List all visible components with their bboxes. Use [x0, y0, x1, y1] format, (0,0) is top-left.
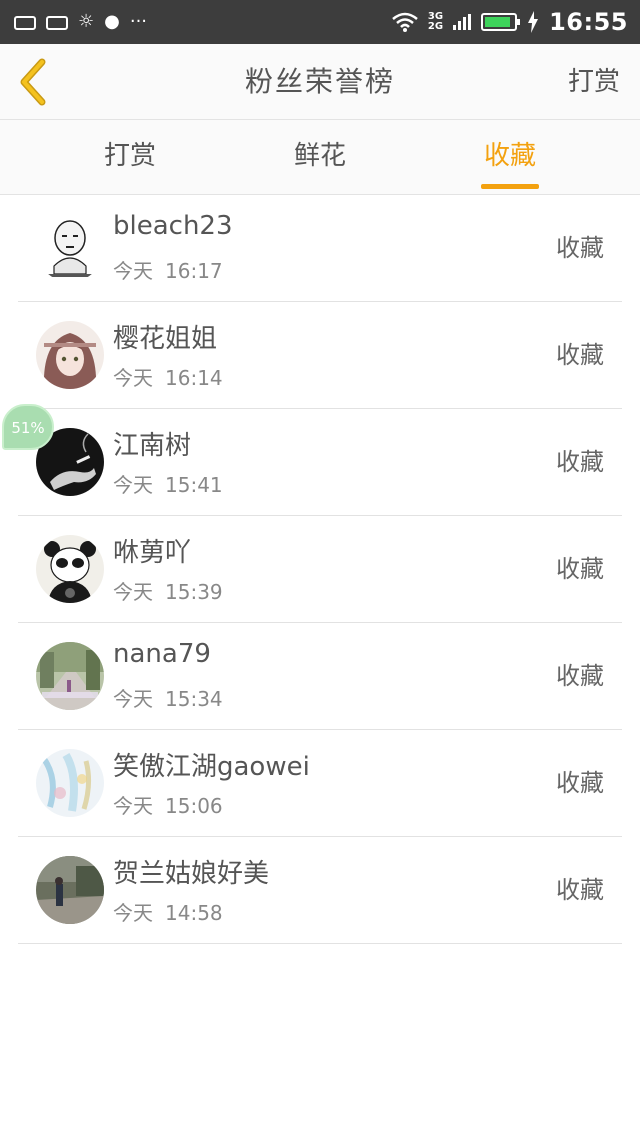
tab-bar: 打赏 鲜花 收藏 [0, 120, 640, 195]
timestamp: 今天 16:17 [113, 259, 223, 283]
reward-button[interactable]: 打赏 [568, 44, 620, 120]
favorite-label: 收藏 [556, 876, 604, 904]
street-photo-avatar [36, 642, 104, 710]
status-time: 16:55 [549, 8, 628, 36]
user-name: 咻莮吖 [113, 538, 192, 568]
avatar[interactable] [36, 856, 104, 924]
status-right-icons: 3G 2G 16:55 [392, 0, 628, 44]
tab-reward[interactable]: 打赏 [30, 120, 230, 195]
timestamp: 今天 14:58 [113, 901, 223, 925]
avatar[interactable] [36, 321, 104, 389]
brightness-icon: ☼ [78, 11, 95, 32]
battery-icon [481, 13, 521, 31]
favorite-label: 收藏 [556, 769, 604, 797]
sim-card-icon [14, 16, 36, 30]
list-item[interactable]: 咻莮吖 今天 15:39 收藏 [18, 516, 622, 623]
battery-fill [485, 17, 511, 27]
list-item[interactable]: 笑傲江湖gaowei 今天 15:06 收藏 [18, 730, 622, 837]
sim-card-icon [46, 16, 68, 30]
timestamp: 今天 15:41 [113, 473, 223, 497]
avatar[interactable] [36, 642, 104, 710]
user-name: 贺兰姑娘好美 [113, 859, 270, 889]
network-bottom-label: 2G [427, 21, 444, 32]
list-item[interactable]: 贺兰姑娘好美 今天 14:58 收藏 [18, 837, 622, 944]
avatar[interactable] [36, 535, 104, 603]
list-item[interactable]: bleach23 今天 16:17 收藏 [18, 195, 622, 302]
timestamp: 今天 16:14 [113, 366, 223, 390]
status-left-icons: ☼ ● ··· [14, 0, 147, 44]
tab-flowers[interactable]: 鲜花 [220, 120, 420, 195]
more-icon: ··· [129, 11, 148, 32]
signal-icon [453, 14, 472, 30]
timestamp: 今天 15:06 [113, 794, 223, 818]
globe-icon: ● [104, 11, 120, 32]
list-item[interactable]: 樱花姐姐 今天 16:14 收藏 [18, 302, 622, 409]
panda-avatar [36, 535, 104, 603]
avatar[interactable] [36, 214, 104, 282]
tab-favorites[interactable]: 收藏 [410, 120, 610, 195]
timestamp: 今天 15:34 [113, 687, 223, 711]
favorite-label: 收藏 [556, 662, 604, 690]
list-item[interactable]: nana79 今天 15:34 收藏 [18, 623, 622, 730]
user-name: 笑傲江湖gaowei [113, 752, 310, 782]
anime-girl-avatar [36, 321, 104, 389]
user-name: 江南树 [113, 431, 192, 461]
watercolor-avatar [36, 749, 104, 817]
avatar[interactable] [36, 749, 104, 817]
user-name: 樱花姐姐 [113, 324, 218, 354]
user-name: bleach23 [113, 211, 233, 241]
page-title: 粉丝荣誉榜 [244, 65, 395, 98]
user-name: nana79 [113, 639, 211, 669]
list-item[interactable]: 江南树 今天 15:41 收藏 [18, 409, 622, 516]
favorite-label: 收藏 [556, 234, 604, 262]
cartoon-face-avatar [36, 214, 104, 282]
favorite-label: 收藏 [556, 448, 604, 476]
status-bar: ☼ ● ··· 3G 2G 16:55 [0, 0, 640, 44]
wifi-icon [392, 12, 418, 32]
fan-list: bleach23 今天 16:17 收藏 樱花姐姐 今天 16:14 收藏 江南… [18, 195, 622, 944]
network-type: 3G 2G [428, 12, 443, 32]
timestamp: 今天 15:39 [113, 580, 223, 604]
outdoor-photo-avatar [36, 856, 104, 924]
floating-progress-badge[interactable]: 51% [2, 404, 54, 450]
favorite-label: 收藏 [556, 555, 604, 583]
favorite-label: 收藏 [556, 341, 604, 369]
charging-icon [528, 11, 539, 33]
app-header: 粉丝荣誉榜 打赏 [0, 44, 640, 120]
